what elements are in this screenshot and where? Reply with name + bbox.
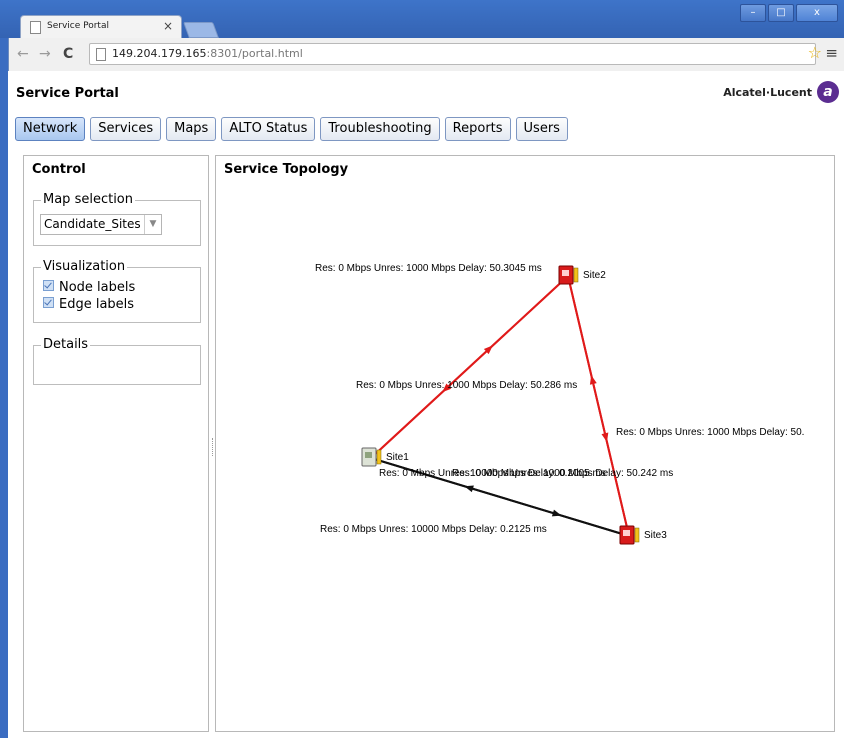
node-label-site1: Site1 xyxy=(386,452,409,463)
bookmark-star-icon[interactable]: ☆ xyxy=(808,43,822,62)
brand-name: Alcatel·Lucent xyxy=(723,86,812,99)
edge-label-site1-site2: Res: 0 Mbps Unres: 1000 Mbps Delay: 50.2… xyxy=(356,380,577,391)
control-panel: Control Map selection Candidate_Sites ▼ … xyxy=(23,155,209,732)
tab-maps[interactable]: Maps xyxy=(166,117,217,141)
status-led-icon xyxy=(573,267,579,283)
tab-alto-status[interactable]: ALTO Status xyxy=(221,117,316,141)
visualization-group: Visualization Node labels Edge labels xyxy=(33,259,201,323)
url-field[interactable]: 149.204.179.165:8301/portal.html xyxy=(89,43,816,65)
router-panel xyxy=(562,270,569,276)
router-panel xyxy=(365,452,372,458)
node-site2[interactable]: Site2 xyxy=(558,265,606,285)
edge-label-site2-site3: Res: 0 Mbps Unres: 1000 Mbps Delay: 50. xyxy=(616,427,804,438)
reload-icon[interactable]: C xyxy=(63,46,73,62)
close-window-button[interactable]: x xyxy=(796,4,838,22)
page-icon xyxy=(30,21,41,34)
page-title: Service Portal xyxy=(16,86,119,101)
url-host: 149.204.179.165 xyxy=(112,47,207,60)
edge-site3-site2[interactable] xyxy=(567,275,630,537)
menu-icon[interactable]: ≡ xyxy=(825,44,838,62)
tab-network[interactable]: Network xyxy=(15,117,86,141)
status-led-icon xyxy=(376,449,382,465)
node-site3[interactable]: Site3 xyxy=(619,525,667,545)
chevron-down-icon[interactable]: ▼ xyxy=(144,215,161,234)
window-frame xyxy=(0,38,8,738)
map-selection-group: Map selection Candidate_Sites ▼ xyxy=(33,192,201,246)
node-labels-label: Node labels xyxy=(59,280,136,295)
tab-reports[interactable]: Reports xyxy=(444,117,511,141)
new-tab-button[interactable] xyxy=(183,22,219,38)
topology-graph[interactable]: Res: 0 Mbps Unres: 1000 Mbps Delay: 50.2… xyxy=(216,156,834,731)
node-label-site2: Site2 xyxy=(583,270,606,281)
service-topology-panel: Service Topology Res: 0 Mbps Unres: 1000… xyxy=(215,155,835,732)
address-bar-row: ← → C 149.204.179.165:8301/portal.html ☆… xyxy=(8,38,844,71)
node-labels-option[interactable]: Node labels xyxy=(43,280,135,295)
page-icon xyxy=(96,48,106,61)
details-group: Details xyxy=(33,337,201,385)
control-title: Control xyxy=(32,162,86,177)
map-selection-dropdown[interactable]: Candidate_Sites ▼ xyxy=(40,214,162,235)
window-controls: – □ x xyxy=(740,4,838,22)
details-legend: Details xyxy=(41,337,91,352)
edge-labels-label: Edge labels xyxy=(59,297,135,312)
map-selection-legend: Map selection xyxy=(41,192,135,207)
edge-site2-site1[interactable] xyxy=(370,275,569,459)
edge-label-site2-site1: Res: 0 Mbps Unres: 1000 Mbps Delay: 50.3… xyxy=(315,263,542,274)
minimize-button[interactable]: – xyxy=(740,4,766,22)
status-led-icon xyxy=(634,527,640,543)
edge-labels-checkbox[interactable] xyxy=(43,297,54,308)
node-labels-checkbox[interactable] xyxy=(43,280,54,291)
router-panel xyxy=(623,530,630,536)
node-label-site3: Site3 xyxy=(644,530,667,541)
tab-users[interactable]: Users xyxy=(515,117,568,141)
map-selection-value: Candidate_Sites xyxy=(44,217,141,231)
browser-titlebar: Service Portal × – □ x xyxy=(0,0,844,38)
edge-label-site3-site1: Res: 0 Mbps Unres: 10000 Mbps Delay: 0.2… xyxy=(379,468,606,479)
url-path: :8301/portal.html xyxy=(206,47,303,60)
back-icon[interactable]: ← xyxy=(17,46,29,62)
browser-tab-title: Service Portal xyxy=(47,21,109,31)
edge-labels-option[interactable]: Edge labels xyxy=(43,297,134,312)
visualization-legend: Visualization xyxy=(41,259,128,274)
tab-services[interactable]: Services xyxy=(90,117,162,141)
tab-troubleshooting[interactable]: Troubleshooting xyxy=(320,117,440,141)
tab-close-icon[interactable]: × xyxy=(163,19,173,33)
browser-tab[interactable]: Service Portal × xyxy=(20,15,182,38)
edge-arrow-site3-site1 xyxy=(464,485,474,493)
alcatel-lucent-logo-icon: a xyxy=(817,81,839,103)
edge-label-site1-site3: Res: 0 Mbps Unres: 10000 Mbps Delay: 0.2… xyxy=(320,524,547,535)
forward-icon[interactable]: → xyxy=(39,46,51,62)
maximize-button[interactable]: □ xyxy=(768,4,794,22)
main-tabs: Network Services Maps ALTO Status Troubl… xyxy=(15,117,568,141)
